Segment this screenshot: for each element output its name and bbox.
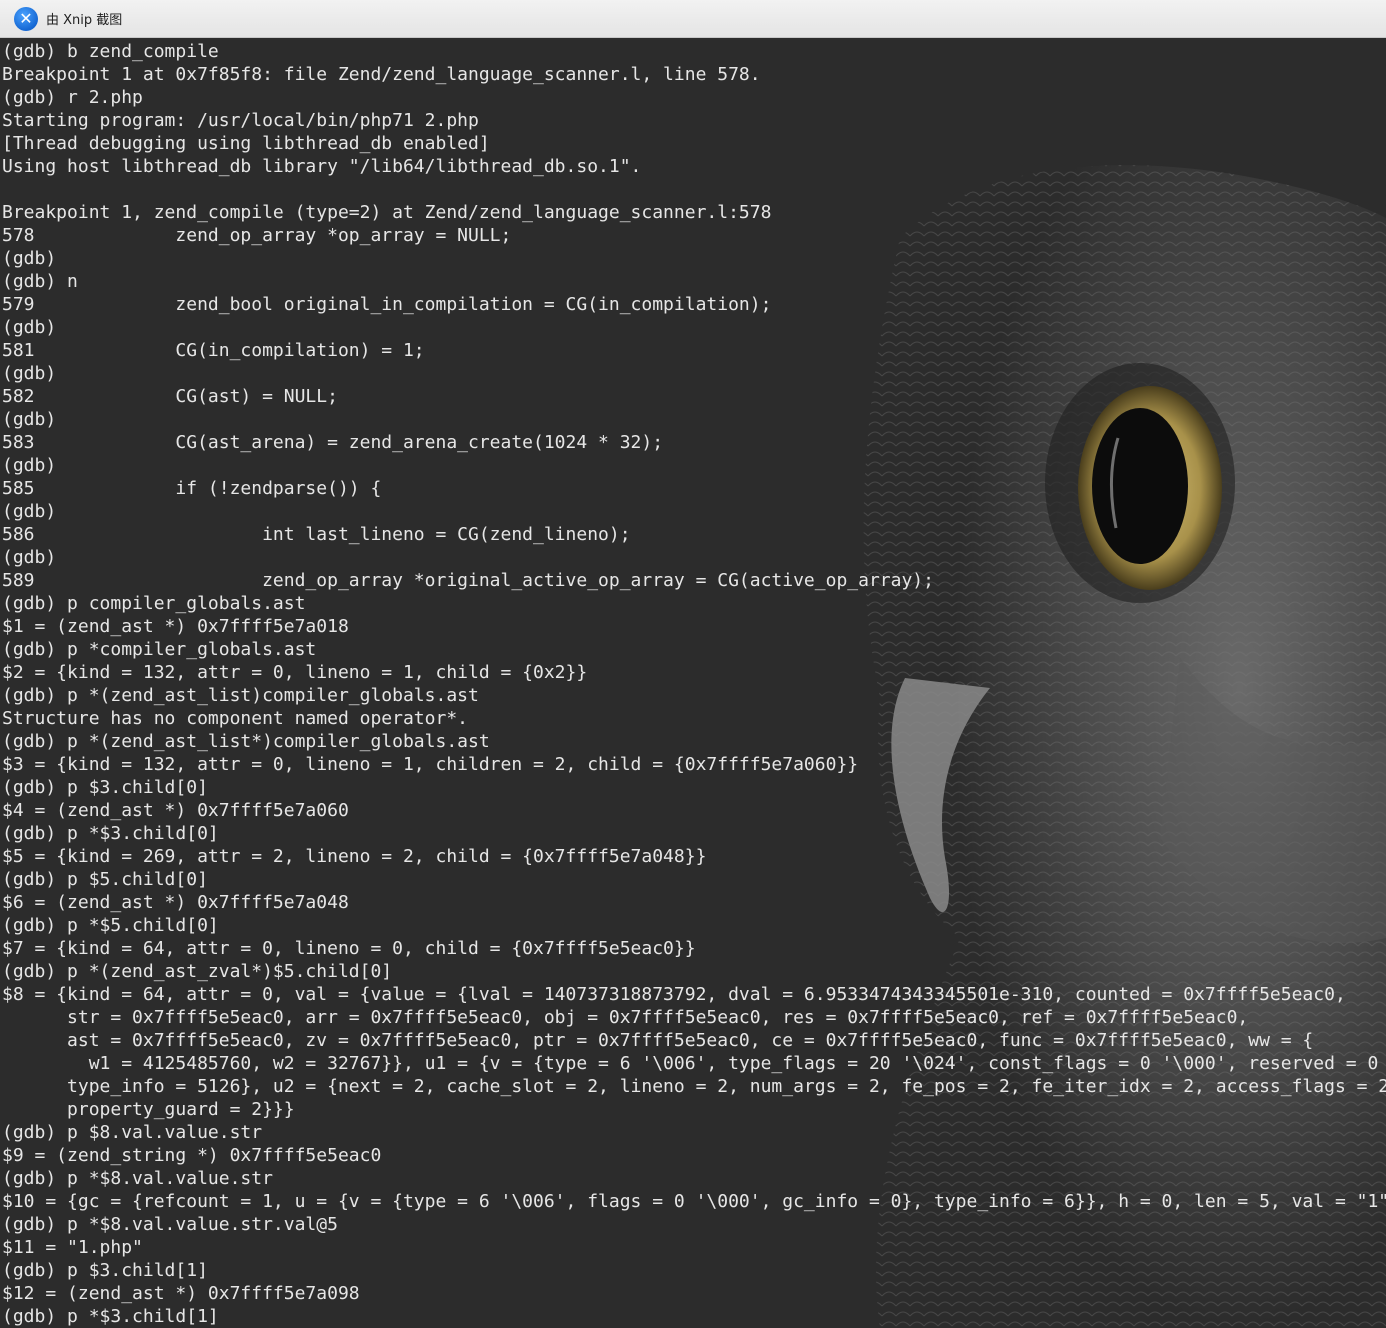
terminal-line: (gdb) p *$3.child[1] — [2, 1306, 219, 1327]
terminal-output[interactable]: (gdb) b zend_compile Breakpoint 1 at 0x7f… — [2, 40, 1386, 1328]
terminal-line: $5 = {kind = 269, attr = 2, lineno = 2, … — [2, 846, 707, 867]
terminal-line: (gdb) p *compiler_globals.ast — [2, 639, 317, 660]
terminal-window: ✕ 由 Xnip 截图 (gdb) b zend_compile Breakpo… — [0, 0, 1386, 1328]
terminal-line: $9 = (zend_string *) 0x7ffff5e5eac0 — [2, 1145, 382, 1166]
terminal-line: $7 = {kind = 64, attr = 0, lineno = 0, c… — [2, 938, 696, 959]
terminal-line: (gdb) b zend_compile — [2, 41, 219, 62]
terminal-line: Starting program: /usr/local/bin/php71 2… — [2, 110, 479, 131]
terminal-line: (gdb) — [2, 547, 57, 568]
terminal-line: 583 CG(ast_arena) = zend_arena_create(10… — [2, 432, 664, 453]
terminal-line: $11 = "1.php" — [2, 1237, 143, 1258]
terminal-line: $2 = {kind = 132, attr = 0, lineno = 1, … — [2, 662, 588, 683]
terminal-line: Breakpoint 1 at 0x7f85f8: file Zend/zend… — [2, 64, 761, 85]
terminal-line: (gdb) — [2, 317, 57, 338]
terminal-pane[interactable]: (gdb) b zend_compile Breakpoint 1 at 0x7f… — [0, 38, 1386, 1328]
window-titlebar[interactable]: ✕ 由 Xnip 截图 — [0, 0, 1386, 38]
terminal-line: $4 = (zend_ast *) 0x7ffff5e7a060 — [2, 800, 349, 821]
terminal-line: (gdb) — [2, 501, 57, 522]
terminal-line: str = 0x7ffff5e5eac0, arr = 0x7ffff5e5ea… — [2, 1007, 1249, 1028]
window-title: 由 Xnip 截图 — [46, 13, 123, 28]
terminal-line: $3 = {kind = 132, attr = 0, lineno = 1, … — [2, 754, 859, 775]
terminal-line: $6 = (zend_ast *) 0x7ffff5e7a048 — [2, 892, 349, 913]
terminal-line: ast = 0x7ffff5e5eac0, zv = 0x7ffff5e5eac… — [2, 1030, 1314, 1051]
terminal-line: (gdb) r 2.php — [2, 87, 143, 108]
terminal-line: (gdb) p $3.child[1] — [2, 1260, 208, 1281]
terminal-line: 578 zend_op_array *op_array = NULL; — [2, 225, 512, 246]
terminal-line: (gdb) p compiler_globals.ast — [2, 593, 306, 614]
terminal-line: type_info = 5126}, u2 = {next = 2, cache… — [2, 1076, 1386, 1097]
terminal-line: (gdb) p *$3.child[0] — [2, 823, 219, 844]
terminal-line: Structure has no component named operato… — [2, 708, 468, 729]
terminal-line: (gdb) p *$8.val.value.str — [2, 1168, 273, 1189]
terminal-line: 581 CG(in_compilation) = 1; — [2, 340, 425, 361]
xnip-app-icon: ✕ — [14, 6, 38, 31]
terminal-line: (gdb) — [2, 409, 57, 430]
terminal-line: Breakpoint 1, zend_compile (type=2) at Z… — [2, 202, 772, 223]
terminal-line: 579 zend_bool original_in_compilation = … — [2, 294, 772, 315]
terminal-line: 585 if (!zendparse()) { — [2, 478, 382, 499]
terminal-line: $12 = (zend_ast *) 0x7ffff5e7a098 — [2, 1283, 360, 1304]
terminal-line: (gdb) p $8.val.value.str — [2, 1122, 263, 1143]
terminal-line: [Thread debugging using libthread_db ena… — [2, 133, 490, 154]
terminal-line: w1 = 4125485760, w2 = 32767}}, u1 = {v =… — [2, 1053, 1386, 1074]
terminal-line: (gdb) p *$5.child[0] — [2, 915, 219, 936]
terminal-line: (gdb) n — [2, 271, 78, 292]
terminal-line: (gdb) p $5.child[0] — [2, 869, 208, 890]
terminal-line: (gdb) — [2, 363, 57, 384]
terminal-line: (gdb) — [2, 248, 57, 269]
terminal-line: property_guard = 2}}} — [2, 1099, 295, 1120]
terminal-line: $1 = (zend_ast *) 0x7ffff5e7a018 — [2, 616, 349, 637]
terminal-line: $8 = {kind = 64, attr = 0, val = {value … — [2, 984, 1346, 1005]
terminal-line: (gdb) p $3.child[0] — [2, 777, 208, 798]
terminal-line: Using host libthread_db library "/lib64/… — [2, 156, 642, 177]
terminal-line: (gdb) — [2, 455, 57, 476]
terminal-line: (gdb) p *(zend_ast_zval*)$5.child[0] — [2, 961, 393, 982]
terminal-line: (gdb) p *(zend_ast_list)compiler_globals… — [2, 685, 479, 706]
terminal-line: (gdb) p *(zend_ast_list*)compiler_global… — [2, 731, 490, 752]
terminal-line: $10 = {gc = {refcount = 1, u = {v = {typ… — [2, 1191, 1386, 1212]
terminal-line: 589 zend_op_array *original_active_op_ar… — [2, 570, 934, 591]
terminal-line: 582 CG(ast) = NULL; — [2, 386, 338, 407]
terminal-line: (gdb) p *$8.val.value.str.val@5 — [2, 1214, 338, 1235]
terminal-line: 586 int last_lineno = CG(zend_lineno); — [2, 524, 631, 545]
